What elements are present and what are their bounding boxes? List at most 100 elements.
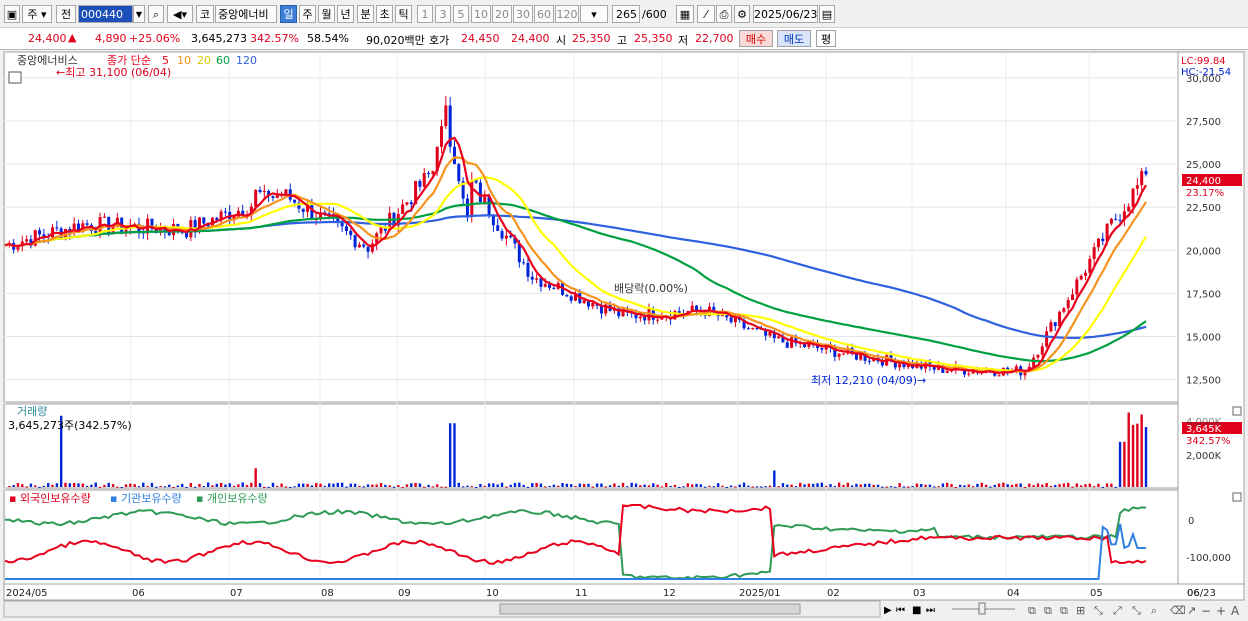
draw-tool-icon[interactable]: ⤡: [1094, 604, 1103, 617]
minute-5[interactable]: 5: [453, 5, 469, 23]
volume-bar: [816, 483, 819, 487]
stock-name: 중앙에너비: [215, 5, 277, 23]
print-icon[interactable]: ⎙: [716, 5, 732, 23]
minute-60[interactable]: 60: [534, 5, 554, 23]
high-marker-text: 최고 31,100 (06/04): [65, 66, 171, 79]
scrollbar-thumb[interactable]: [499, 603, 801, 615]
volume-bar: [941, 483, 945, 487]
search-icon[interactable]: ⌕: [148, 5, 164, 23]
period-year[interactable]: 년: [337, 5, 354, 23]
y-tick-label: 25,000: [1186, 160, 1221, 171]
grid-icon[interactable]: ▦: [676, 5, 694, 23]
zoom-slider-thumb[interactable]: [978, 602, 986, 615]
window-icon[interactable]: ▣: [4, 5, 20, 23]
table-icon[interactable]: [8, 71, 22, 84]
zoom-out-icon[interactable]: −: [1201, 604, 1211, 618]
candle-body: [997, 375, 1001, 377]
forward-icon[interactable]: ⏭: [926, 605, 935, 616]
candle-body: [418, 181, 422, 187]
volume-bar: [699, 484, 703, 487]
volume-bar: [103, 484, 106, 487]
interval-dropdown-icon[interactable]: ▾: [580, 5, 608, 23]
minute-30[interactable]: 30: [513, 5, 533, 23]
volume-bar: [786, 484, 789, 487]
eval-button[interactable]: 평: [816, 30, 836, 47]
bid-price: 24,400: [511, 32, 550, 45]
volume-bar: [142, 482, 145, 487]
zoom-in-icon[interactable]: ↗: [1187, 604, 1196, 617]
candle-body: [440, 126, 444, 147]
candle-body: [1140, 171, 1144, 186]
layout-icon[interactable]: ⧉: [1028, 604, 1036, 617]
candle-body: [1144, 171, 1148, 175]
low-price: 22,700: [695, 32, 734, 45]
date-input[interactable]: 2025/06/23: [753, 5, 818, 23]
volume-tick-4000: 4,000K: [1186, 417, 1222, 428]
volume-bar: [1019, 483, 1022, 487]
period-week[interactable]: 주: [299, 5, 316, 23]
volume-bar: [613, 483, 616, 487]
magnifier-icon[interactable]: ⌕: [1151, 604, 1157, 617]
exchange-tag[interactable]: 코: [196, 5, 214, 23]
period-day[interactable]: 일: [280, 5, 297, 23]
crosshair-icon[interactable]: ⊞: [1076, 604, 1085, 617]
buy-button[interactable]: 매수: [739, 30, 773, 47]
gear-icon[interactable]: ⚙: [734, 5, 750, 23]
volume-bar: [751, 486, 754, 488]
close-icon[interactable]: [1232, 492, 1242, 502]
minute-3[interactable]: 3: [435, 5, 451, 23]
volume-bar: [665, 482, 668, 487]
volume-bar: [345, 486, 348, 488]
volume-bar: [747, 485, 750, 487]
trendline-icon[interactable]: ⁄: [697, 5, 715, 23]
volume-bar: [1088, 483, 1092, 487]
erase-icon[interactable]: ⌫: [1170, 604, 1186, 617]
scroll-right-icon[interactable]: ▶: [884, 605, 892, 616]
volume-bar: [276, 485, 279, 487]
calendar-icon[interactable]: ▤: [819, 5, 835, 23]
font-size-icon[interactable]: A: [1231, 604, 1240, 618]
period-minute[interactable]: 분: [357, 5, 374, 23]
x-tick-label: 04: [1007, 588, 1020, 599]
volume-bar: [228, 483, 231, 487]
minute-20[interactable]: 20: [492, 5, 512, 23]
scope-button[interactable]: 전: [56, 5, 76, 23]
volume-bar: [617, 485, 620, 487]
volume-bar: [366, 484, 370, 487]
volume-bar: [660, 486, 664, 488]
draw-tool-icon[interactable]: ⤢: [1113, 604, 1122, 617]
rewind-icon[interactable]: ⏮: [896, 605, 905, 616]
volume-bar: [703, 486, 707, 488]
volume-bar: [729, 485, 733, 487]
period-tick[interactable]: 틱: [395, 5, 412, 23]
code-dropdown-icon[interactable]: ▼: [133, 5, 145, 23]
minute-10[interactable]: 10: [471, 5, 491, 23]
minute-120[interactable]: 120: [555, 5, 579, 23]
add-icon[interactable]: +: [1216, 604, 1226, 618]
close-icon[interactable]: [1232, 406, 1242, 416]
candle-body: [483, 196, 487, 203]
volume-bar: [760, 486, 763, 488]
period-month[interactable]: 월: [318, 5, 335, 23]
draw-tool-icon[interactable]: ⤡: [1132, 604, 1141, 617]
minute-1[interactable]: 1: [417, 5, 433, 23]
dividend-marker: 배당락(0.00%): [614, 282, 688, 295]
stop-icon[interactable]: ■: [912, 605, 921, 616]
market-select[interactable]: 주 ▾: [22, 5, 52, 23]
layout-icon[interactable]: ⧉: [1044, 604, 1052, 617]
candle-body: [344, 226, 348, 231]
layout-icon[interactable]: ⧉: [1060, 604, 1068, 617]
code-input[interactable]: 000440: [78, 5, 133, 23]
period-second[interactable]: 초: [376, 5, 393, 23]
volume-bar: [263, 486, 266, 488]
volume-bar: [647, 485, 651, 487]
candle-body: [357, 244, 361, 248]
count-input[interactable]: 265: [612, 5, 640, 23]
volume-bar: [418, 483, 422, 487]
candle-body: [751, 328, 755, 330]
sell-button[interactable]: 매도: [777, 30, 811, 47]
volume-bar: [1114, 486, 1117, 488]
volume-bar: [984, 484, 988, 487]
speaker-icon[interactable]: ◀▾: [167, 5, 193, 23]
volume-bar: [587, 483, 590, 487]
